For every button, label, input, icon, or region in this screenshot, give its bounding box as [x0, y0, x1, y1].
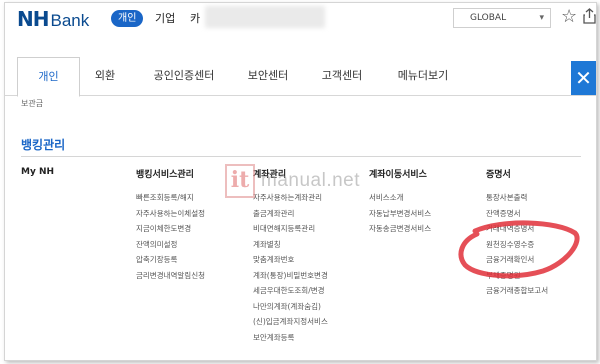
tab-personal-label: 개인	[38, 70, 59, 83]
menu-item[interactable]: 자주사용하는이체설정	[136, 206, 205, 222]
section-divider	[21, 156, 581, 157]
close-icon: ✕	[575, 66, 592, 90]
chevron-down-icon: ▾	[539, 13, 544, 23]
watermark-text: manual.net	[261, 170, 361, 191]
menu-item[interactable]: 비대면해지등록관리	[253, 221, 328, 237]
watermark-logo-box: it	[225, 164, 255, 198]
main-tab-bar: 개인 외환 공인인증센터 보안센터 고객센터 메뉴더보기	[5, 57, 596, 97]
column-title[interactable]: 계좌이동서비스	[369, 167, 431, 180]
language-select-value: GLOBAL	[470, 13, 507, 23]
menu-item[interactable]: 잔액증명서	[486, 206, 548, 222]
column-account-transfer-service: 계좌이동서비스 서비스소개 자동납부변경서비스 자동송금변경서비스	[369, 167, 431, 237]
tab-customer-center[interactable]: 고객센터	[309, 57, 375, 95]
menu-item[interactable]: 잔액의미설정	[136, 237, 205, 253]
card-link[interactable]: 카	[190, 10, 200, 26]
column-title[interactable]: My NH	[21, 167, 54, 177]
menu-item[interactable]: 통장사본출력	[486, 190, 548, 206]
section-title: 뱅킹관리	[21, 138, 66, 152]
personal-pill[interactable]: 개인	[111, 10, 144, 27]
corporate-link[interactable]: 기업	[155, 10, 175, 26]
top-bar: NH Bank 개인 기업 카 GLOBAL ▾ ☆	[5, 3, 596, 33]
menu-item[interactable]: 압축기장등록	[136, 252, 205, 268]
logo-bank-text: Bank	[50, 11, 90, 30]
column-my-nh: My NH	[21, 167, 54, 187]
tab-security-center[interactable]: 보안센터	[235, 57, 301, 95]
tab-personal[interactable]: 개인	[17, 57, 80, 97]
star-icon[interactable]: ☆	[561, 6, 577, 27]
blurred-region	[205, 6, 325, 28]
menu-item[interactable]: 거래내역증명서	[486, 221, 548, 237]
tab-forex[interactable]: 외환	[81, 57, 129, 95]
menu-item[interactable]: (신)입금계좌지정서비스	[253, 314, 328, 330]
menu-item[interactable]: 금리변경내역알림신청	[136, 268, 205, 284]
menu-item[interactable]: 나만의계좌(계좌숨김)	[253, 299, 328, 315]
menu-item[interactable]: 출금계좌관리	[253, 206, 328, 222]
watermark: it manual.net	[225, 164, 360, 198]
column-title[interactable]: 증명서	[486, 167, 548, 180]
menu-item[interactable]: 계좌(통장)비밀번호변경	[253, 268, 328, 284]
menu-item[interactable]: 금융거래확인서	[486, 252, 548, 268]
tab-more-menu[interactable]: 메뉴더보기	[383, 57, 463, 95]
browser-frame: NH Bank 개인 기업 카 GLOBAL ▾ ☆ 개인 외환 공인인증센터 …	[4, 2, 597, 361]
menu-item[interactable]: 원천징수영수증	[486, 237, 548, 253]
menu-item[interactable]: 지금이체한도변경	[136, 221, 205, 237]
menu-item[interactable]: 빠른조회등록/해지	[136, 190, 205, 206]
tab-certificate-center-label: 공인인증센터	[153, 69, 215, 82]
close-menu-button[interactable]: ✕	[571, 61, 596, 95]
language-select[interactable]: GLOBAL ▾	[453, 8, 551, 28]
column-certificates: 증명서 통장사본출력 잔액증명서 거래내역증명서 원천징수영수증 금융거래확인서…	[486, 167, 548, 299]
menu-item[interactable]: 자동납부변경서비스	[369, 206, 431, 222]
menu-item[interactable]: 금융거래종합보고서	[486, 283, 548, 299]
menu-item[interactable]: 자동송금변경서비스	[369, 221, 431, 237]
menu-item[interactable]: 서비스소개	[369, 190, 431, 206]
column-title[interactable]: 뱅킹서비스관리	[136, 167, 205, 180]
tab-forex-label: 외환	[94, 69, 116, 82]
menu-item[interactable]: 계좌별칭	[253, 237, 328, 253]
nh-bank-logo[interactable]: NH Bank	[17, 7, 90, 31]
sub-label: 보관금	[21, 99, 44, 108]
tab-more-menu-label: 메뉴더보기	[397, 69, 449, 82]
column-banking-service: 뱅킹서비스관리 빠른조회등록/해지 자주사용하는이체설정 지금이체한도변경 잔액…	[136, 167, 205, 283]
tab-customer-center-label: 고객센터	[321, 69, 363, 82]
share-icon[interactable]	[583, 8, 596, 24]
menu-item[interactable]: 맞춤계좌번호	[253, 252, 328, 268]
tab-security-center-label: 보안센터	[247, 69, 289, 82]
tab-certificate-center[interactable]: 공인인증센터	[139, 57, 229, 95]
menu-item[interactable]: 부채증명원	[486, 268, 548, 284]
logo-nh-text: NH	[17, 7, 50, 31]
menu-item[interactable]: 세금우대한도조회/변경	[253, 283, 328, 299]
menu-item[interactable]: 보안계좌등록	[253, 330, 328, 346]
